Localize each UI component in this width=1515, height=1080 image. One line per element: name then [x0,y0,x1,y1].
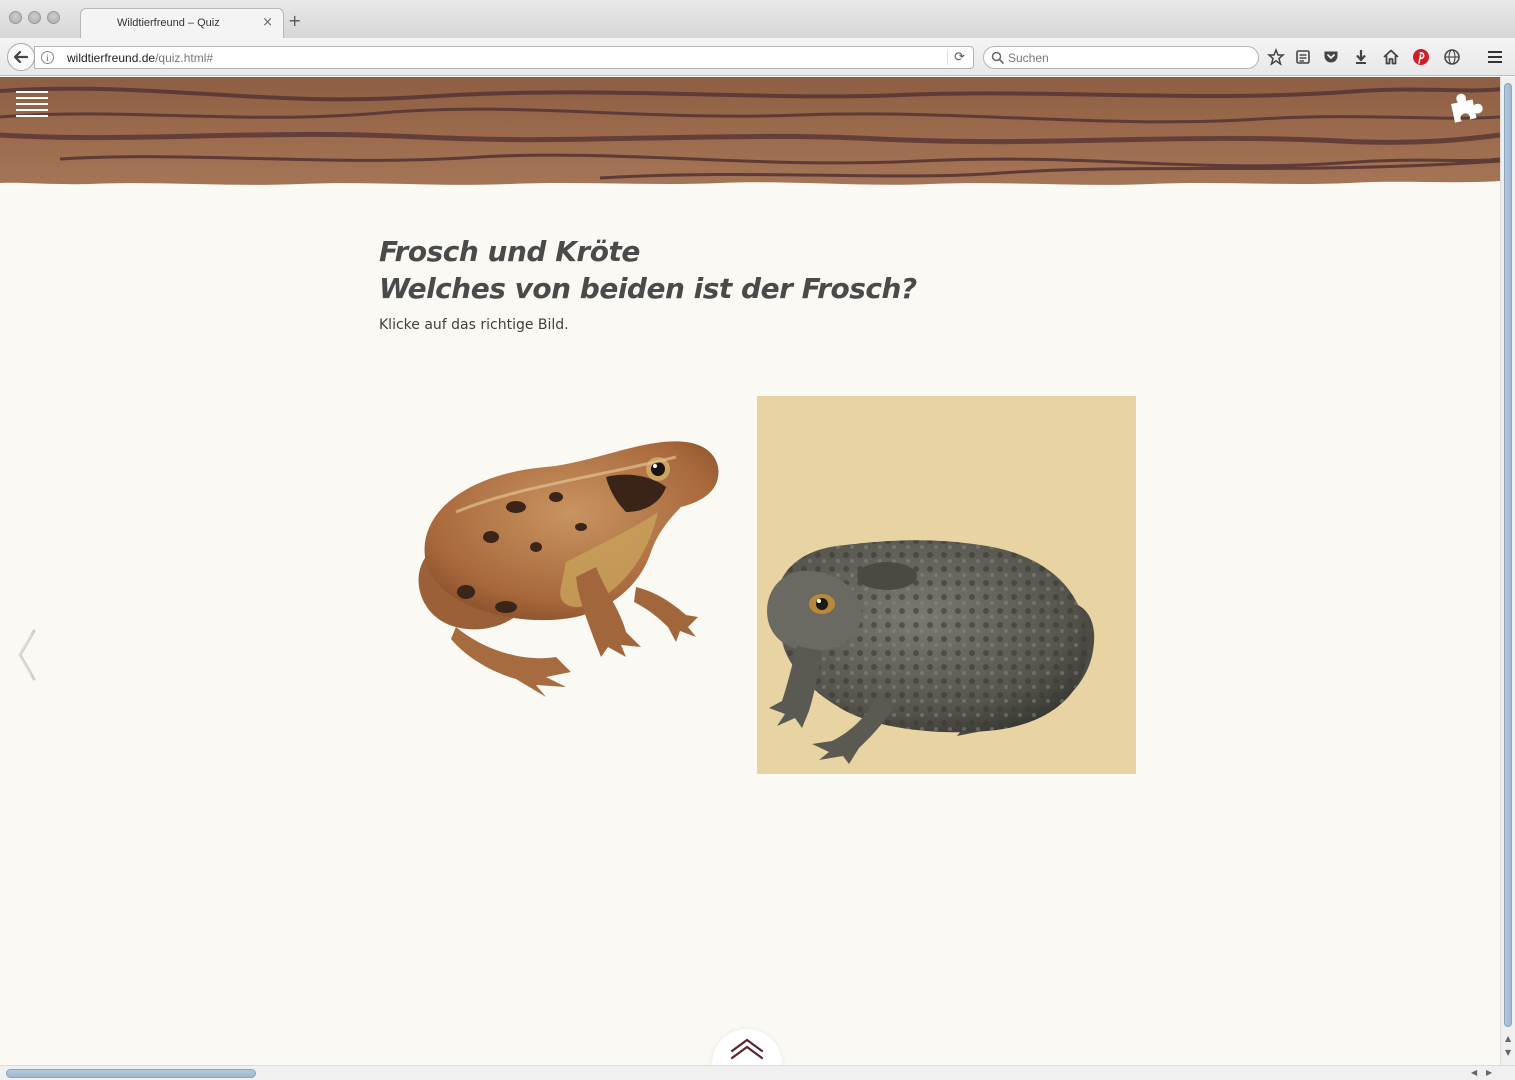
menu-icon[interactable] [1486,48,1504,66]
vertical-scrollbar[interactable]: ▲ ▼ [1500,77,1515,1065]
quiz-title-line1: Frosch und Kröte [379,235,640,268]
double-chevron-up-icon [730,1038,764,1060]
site-info-icon[interactable]: i [41,51,54,64]
tab-title: Wildtierfreund – Quiz [117,17,220,29]
previous-arrow-icon[interactable] [14,629,40,681]
wood-header-banner [0,77,1500,185]
close-window-button[interactable] [9,11,22,24]
reload-icon[interactable]: ⟳ [947,50,965,65]
search-bar[interactable]: Suchen [983,46,1259,69]
pocket-icon[interactable] [1322,48,1340,66]
tab-close-icon[interactable]: × [262,15,273,31]
answer-option-toad[interactable] [757,396,1136,774]
home-icon[interactable] [1382,48,1400,66]
quiz-instruction: Klicke auf das richtige Bild. [379,317,569,333]
bookmark-star-icon[interactable] [1267,48,1285,66]
url-path: /quiz.html# [155,51,214,65]
browser-tab-active[interactable]: Wildtierfreund – Quiz × [80,8,284,39]
search-input[interactable]: Suchen [1008,51,1049,65]
pinterest-icon[interactable] [1412,48,1430,66]
url-bar[interactable]: i wildtierfreund.de/quiz.html# ⟳ [34,46,974,69]
page-content: Frosch und Kröte Welches von beiden ist … [0,77,1500,1065]
back-button[interactable] [7,43,35,71]
minimize-window-button[interactable] [28,11,41,24]
scroll-up-arrow-icon[interactable]: ▲ [1505,1035,1511,1043]
search-icon [991,51,1005,65]
url-text[interactable]: wildtierfreund.de/quiz.html# [67,51,213,65]
zoom-window-button[interactable] [47,11,60,24]
vertical-scroll-thumb[interactable] [1504,83,1512,1027]
browser-titlebar: Wildtierfreund – Quiz × + [0,0,1515,39]
url-host: wildtierfreund.de [67,51,156,65]
answer-option-frog[interactable] [396,417,736,697]
scroll-top-button[interactable] [712,1029,782,1065]
scroll-down-arrow-icon[interactable]: ▼ [1505,1049,1511,1057]
reading-list-icon[interactable] [1294,48,1312,66]
quiz-title: Frosch und Kröte Welches von beiden ist … [379,233,1079,307]
download-icon[interactable] [1352,48,1370,66]
frog-illustration [418,441,719,697]
web-icon[interactable] [1443,48,1461,66]
scroll-left-arrow-icon[interactable]: ◀ [1471,1069,1477,1077]
toad-illustration [767,540,1095,764]
horizontal-scroll-thumb[interactable] [6,1069,256,1078]
new-tab-button[interactable]: + [288,13,301,29]
quiz-question: Welches von beiden ist der Frosch? [379,272,917,305]
browser-navbar: i wildtierfreund.de/quiz.html# ⟳ Suchen [0,38,1515,76]
hamburger-menu-icon[interactable] [16,91,48,121]
scroll-right-arrow-icon[interactable]: ▶ [1486,1069,1492,1077]
back-arrow-icon [13,50,29,64]
horizontal-scrollbar[interactable]: ◀ ▶ [0,1065,1515,1080]
puzzle-icon[interactable] [1448,89,1484,123]
